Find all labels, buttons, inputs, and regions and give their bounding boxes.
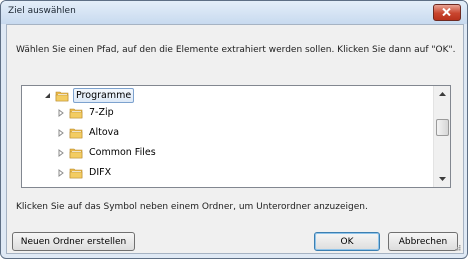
cancel-button[interactable]: Abbrechen xyxy=(388,232,458,251)
tree-item-label: Altova xyxy=(89,127,120,138)
folder-icon xyxy=(69,108,83,118)
expand-arrow-icon[interactable] xyxy=(56,168,66,178)
folder-icon xyxy=(69,128,83,138)
scroll-down-button[interactable] xyxy=(434,171,450,187)
collapse-arrow-icon[interactable] xyxy=(42,91,52,101)
close-icon xyxy=(442,8,451,16)
tree-item-altova[interactable]: Altova xyxy=(56,124,121,141)
scroll-up-button[interactable] xyxy=(434,86,450,102)
title-bar[interactable]: Ziel auswählen xyxy=(1,1,467,24)
hint-text: Klicken Sie auf das Symbol neben einem O… xyxy=(16,202,368,212)
dialog-client-area: Wählen Sie einen Pfad, auf den die Eleme… xyxy=(6,24,464,254)
tree-item-label: DIFX xyxy=(89,167,112,178)
dialog-window: Ziel auswählen Wählen Sie einen Pfad, au… xyxy=(0,0,468,259)
scroll-up-arrow-icon xyxy=(438,92,446,96)
new-folder-button[interactable]: Neuen Ordner erstellen xyxy=(12,232,135,251)
folder-icon xyxy=(69,168,83,178)
close-button[interactable] xyxy=(433,4,461,21)
folder-icon xyxy=(69,148,83,158)
tree-item-7-zip[interactable]: 7-Zip xyxy=(56,104,116,121)
window-title: Ziel auswählen xyxy=(8,6,76,16)
instruction-text: Wählen Sie einen Pfad, auf den die Eleme… xyxy=(16,45,456,55)
expand-arrow-icon[interactable] xyxy=(56,108,66,118)
scroll-thumb[interactable] xyxy=(436,119,449,136)
tree-item-difx[interactable]: DIFX xyxy=(56,164,113,181)
folder-tree[interactable]: Programme 7-Zip Altova Common Files DIFX xyxy=(21,85,451,188)
tree-item-programme[interactable]: Programme xyxy=(42,87,135,104)
ok-button[interactable]: OK xyxy=(314,232,380,251)
scroll-down-arrow-icon xyxy=(438,177,446,181)
tree-item-label: 7-Zip xyxy=(89,107,114,118)
expand-arrow-icon[interactable] xyxy=(56,148,66,158)
resize-grip-icon[interactable] xyxy=(453,243,461,251)
tree-item-common-files[interactable]: Common Files xyxy=(56,144,158,161)
tree-item-label: Common Files xyxy=(89,147,156,158)
tree-item-label: Programme xyxy=(73,88,135,103)
folder-icon xyxy=(55,91,69,101)
expand-arrow-icon[interactable] xyxy=(56,128,66,138)
vertical-scrollbar[interactable] xyxy=(433,86,450,187)
